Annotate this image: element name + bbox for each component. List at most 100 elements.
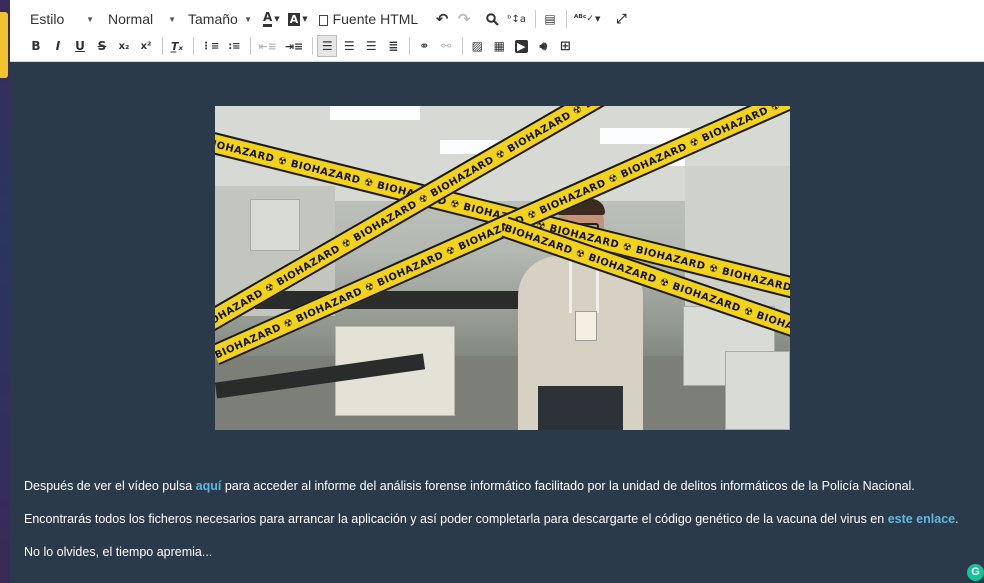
show-blocks-button[interactable]: ▤ — [540, 8, 560, 30]
indent-button[interactable]: ⇥≡ — [282, 35, 306, 57]
side-edge-strip — [0, 0, 10, 583]
justify-icon: ≣ — [388, 39, 399, 53]
outdent-icon: ⇤≡ — [258, 39, 277, 53]
align-center-button[interactable]: ☰ — [339, 35, 359, 57]
redo-button[interactable]: ↷ — [454, 8, 474, 30]
superscript-button[interactable]: x² — [136, 35, 156, 57]
style-dropdown[interactable]: Estilo ▼ — [28, 8, 106, 30]
video-scene-light — [330, 106, 420, 120]
text-color-button[interactable]: A ▼ — [260, 8, 283, 30]
toolbar-row-2: B I U S x₂ x² T̲ₓ ⋮≡ :≡ ⇤≡ ⇥≡ ☰ ☰ ☰ ≣ ⚭ … — [26, 33, 577, 59]
bold-icon: B — [31, 39, 41, 53]
video-icon: ▦ — [493, 39, 505, 53]
indent-icon: ⇥≡ — [284, 39, 304, 53]
strike-button[interactable]: S — [92, 35, 112, 57]
toolbar-row-1: Estilo ▼ Normal ▼ Tamaño ▼ A ▼ A ▼ Fuente … — [28, 6, 633, 32]
toolbar-separator — [462, 37, 464, 55]
underline-button[interactable]: U — [70, 35, 90, 57]
video-button[interactable]: ▦ — [489, 35, 509, 57]
side-tab[interactable] — [0, 12, 8, 78]
table-icon: ⊞ — [559, 38, 571, 54]
undo-icon: ↶ — [435, 10, 449, 28]
paragraph-icon: ▤ — [544, 12, 556, 26]
toolbar-separator — [534, 10, 536, 28]
image-button[interactable]: ▨ — [467, 35, 487, 57]
replace-icon: ᵇ↕a — [507, 13, 526, 25]
justify-button[interactable]: ≣ — [383, 35, 403, 57]
toolbar-separator — [162, 37, 163, 55]
paragraph-reminder: No lo olvides, el tiempo apremia... — [24, 545, 213, 559]
chevron-down-icon: ▼ — [86, 14, 94, 24]
grammarly-badge[interactable]: G — [967, 564, 984, 581]
unlink-icon: ⚯ — [441, 39, 452, 53]
source-html-label: Fuente HTML — [332, 11, 419, 27]
source-html-button[interactable]: Fuente HTML — [313, 8, 425, 30]
chevron-down-icon: ▼ — [244, 14, 252, 24]
link-icon: ⚭ — [419, 39, 430, 53]
image-icon: ▨ — [471, 39, 483, 53]
remove-format-button[interactable]: T̲ₓ — [167, 35, 187, 57]
subscript-button[interactable]: x₂ — [114, 35, 134, 57]
video-scene-cabinet-wall — [250, 199, 300, 251]
editor-toolbar: Estilo ▼ Normal ▼ Tamaño ▼ A ▼ A ▼ Fuente … — [10, 0, 984, 62]
table-button[interactable]: ⊞ — [555, 35, 575, 57]
bold-button[interactable]: B — [26, 35, 46, 57]
outdent-button[interactable]: ⇤≡ — [255, 35, 279, 57]
replace-button[interactable]: ᵇ↕a — [504, 8, 529, 30]
audio-button[interactable]: 🔊︎ — [533, 35, 553, 57]
size-dropdown[interactable]: Tamaño ▼ — [186, 8, 256, 30]
paragraph-download: Encontrarás todos los ficheros necesario… — [24, 512, 959, 526]
underline-icon: U — [75, 39, 85, 53]
youtube-button[interactable]: ▶ — [511, 35, 531, 57]
bulleted-list-icon: :≡ — [228, 40, 241, 52]
document-icon — [318, 14, 328, 26]
search-icon — [485, 12, 499, 26]
embedded-video[interactable]: BIOHAZARD ☢ BIOHAZARD ☢ BIOHAZARD ☢ BIOH… — [215, 106, 790, 430]
strike-icon: S — [97, 39, 107, 53]
video-presenter-badge — [575, 311, 597, 341]
bulleted-list-button[interactable]: :≡ — [224, 35, 244, 57]
maximize-icon: ⤢ — [616, 11, 627, 27]
bg-color-icon: A — [287, 12, 301, 26]
paragraph-text: . — [955, 512, 959, 526]
remove-format-icon: T̲ₓ — [170, 39, 184, 53]
toolbar-separator — [565, 10, 567, 28]
align-right-button[interactable]: ☰ — [361, 35, 381, 57]
youtube-icon: ▶ — [515, 39, 528, 53]
undo-button[interactable]: ↶ — [432, 8, 452, 30]
bg-color-button[interactable]: A ▼ — [285, 8, 311, 30]
video-scene-instrument — [725, 351, 790, 430]
redo-icon: ↷ — [457, 10, 471, 28]
spellcheck-button[interactable]: ᴬᴮᶜ✓ ▼ — [571, 8, 603, 30]
align-left-button[interactable]: ☰ — [317, 35, 338, 57]
video-presenter-pants — [538, 386, 623, 430]
italic-icon: I — [55, 39, 61, 53]
toolbar-separator — [312, 37, 314, 55]
spellcheck-icon: ᴬᴮᶜ✓ — [573, 14, 594, 24]
audio-icon: 🔊︎ — [539, 38, 548, 53]
superscript-icon: x² — [140, 40, 152, 52]
italic-button[interactable]: I — [48, 35, 68, 57]
format-dropdown[interactable]: Normal ▼ — [106, 8, 186, 30]
align-left-icon: ☰ — [321, 39, 333, 53]
report-link[interactable]: aquí — [196, 479, 222, 493]
unlink-button[interactable]: ⚯ — [436, 35, 456, 57]
paragraph-text: Después de ver el vídeo pulsa — [24, 479, 196, 493]
vaccine-link[interactable]: este enlace — [888, 512, 955, 526]
toolbar-separator — [193, 37, 194, 55]
format-dropdown-label: Normal — [108, 11, 154, 27]
paragraph-text: Encontrarás todos los ficheros necesario… — [24, 512, 888, 526]
find-button[interactable] — [482, 8, 502, 30]
chevron-down-icon: ▼ — [168, 14, 176, 24]
align-center-icon: ☰ — [343, 39, 355, 53]
size-dropdown-label: Tamaño — [188, 11, 238, 27]
align-right-icon: ☰ — [365, 39, 377, 53]
numbered-list-icon: ⋮≡ — [201, 40, 220, 52]
editor-content[interactable]: BIOHAZARD ☢ BIOHAZARD ☢ BIOHAZARD ☢ BIOH… — [10, 62, 984, 583]
link-button[interactable]: ⚭ — [414, 35, 434, 57]
maximize-button[interactable]: ⤢ — [611, 8, 631, 30]
toolbar-separator — [409, 37, 411, 55]
text-color-icon: A — [263, 11, 273, 27]
numbered-list-button[interactable]: ⋮≡ — [198, 35, 222, 57]
style-dropdown-label: Estilo — [30, 11, 65, 27]
